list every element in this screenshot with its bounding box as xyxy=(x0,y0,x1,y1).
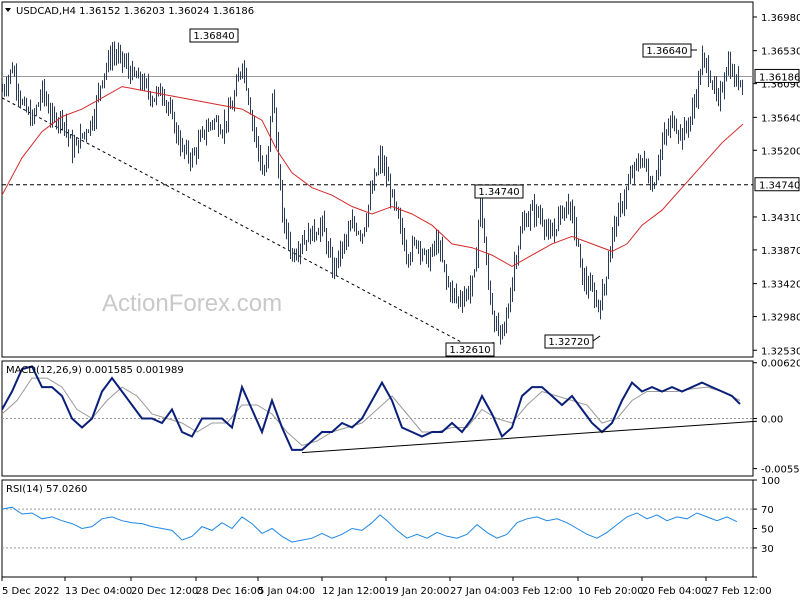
x-tick-label: 19 Jan 20:00 xyxy=(386,586,449,597)
y-tick-label: 1.35640 xyxy=(761,113,800,124)
y-tick-label: 0.006208 xyxy=(761,359,800,370)
watermark: ActionForex.com xyxy=(102,290,282,317)
y-tick-label: 1.35200 xyxy=(761,146,800,157)
chart: ActionForex.com 1.36840 1.36640 1.34740 1.32… xyxy=(1,1,800,597)
x-tick-label: 28 Dec 16:00 xyxy=(196,586,263,597)
x-tick-label: 10 Feb 20:00 xyxy=(578,586,644,597)
price-axis-label: 1.34740 xyxy=(759,181,800,192)
rsi-pane-frame xyxy=(1,479,754,578)
y-tick-label: 50 xyxy=(761,525,774,536)
price-header: USDCAD,H4 1.36152 1.36203 1.36024 1.3618… xyxy=(16,6,254,17)
annotation-label: 1.32610 xyxy=(449,345,490,356)
x-tick-label: 13 Dec 04:00 xyxy=(65,586,132,597)
annotation-label: 1.36840 xyxy=(193,31,234,42)
x-tick-label: 27 Jan 04:00 xyxy=(450,586,513,597)
y-tick-label: 1.33870 xyxy=(761,246,800,257)
y-tick-label: 0.00 xyxy=(761,415,783,426)
y-tick-label: 1.36530 xyxy=(761,47,800,58)
y-tick-label: 1.32980 xyxy=(761,313,800,324)
annotation-label: 1.34740 xyxy=(478,187,519,198)
annotation-label: 1.32720 xyxy=(548,337,589,348)
macd-header: MACD(12,26,9) 0.001585 0.001989 xyxy=(6,365,184,376)
x-tick-label: 12 Jan 12:00 xyxy=(322,586,385,597)
x-tick-label: 5 Jan 04:00 xyxy=(258,586,315,597)
rsi-header: RSI(14) 57.0260 xyxy=(6,484,87,495)
y-tick-label: 1.36980 xyxy=(761,13,800,24)
y-tick-label: 100 xyxy=(761,476,780,487)
y-tick-label: 70 xyxy=(761,505,774,516)
y-tick-label: 1.32530 xyxy=(761,346,800,357)
y-tick-label: 30 xyxy=(761,544,774,555)
x-tick-label: 20 Feb 04:00 xyxy=(642,586,708,597)
x-tick-label: 27 Feb 12:00 xyxy=(706,586,772,597)
y-tick-label: 1.33420 xyxy=(761,280,800,291)
price-axis-label: 1.36186 xyxy=(759,72,800,83)
y-tick-label: -0.005577 xyxy=(761,465,800,476)
x-tick-label: 5 Dec 2022 xyxy=(2,586,60,597)
annotation-label: 1.36640 xyxy=(646,46,687,57)
y-tick-label: 1.34310 xyxy=(761,213,800,224)
x-tick-label: 3 Feb 12:00 xyxy=(513,586,572,597)
x-tick-label: 20 Dec 12:00 xyxy=(131,586,198,597)
